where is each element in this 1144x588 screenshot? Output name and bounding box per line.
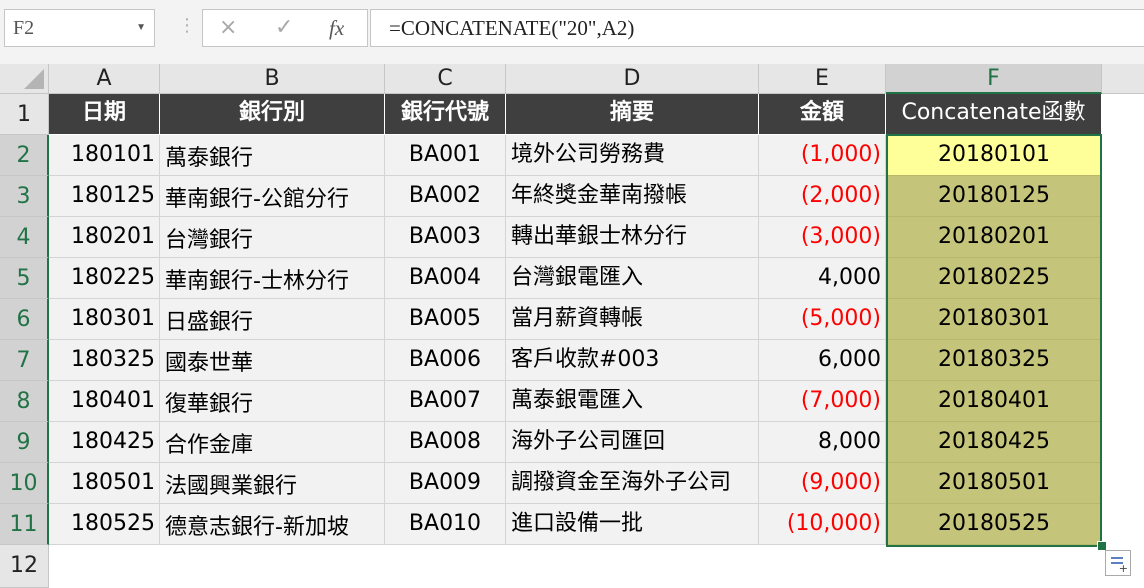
header-cell-code[interactable]: 銀行代號 [385,94,506,135]
cell-amount[interactable]: (5,000) [759,299,886,340]
cell-bank[interactable]: 日盛銀行 [160,299,385,340]
cell-date[interactable]: 180101 [49,135,160,176]
cell-bank[interactable]: 國泰世華 [160,340,385,381]
cell-summary[interactable]: 境外公司勞務費 [506,135,759,176]
row-header-12[interactable]: 12 [0,545,49,588]
cell-date[interactable]: 180301 [49,299,160,340]
quick-analysis-icon[interactable]: + [1105,550,1131,576]
select-all-icon [24,69,44,89]
cell-summary[interactable]: 調撥資金至海外子公司 [506,463,759,504]
cell-code[interactable]: BA003 [385,217,506,258]
cell-bank[interactable]: 德意志銀行-新加坡 [160,504,385,545]
name-box-value: F2 [13,17,35,39]
column-header-b[interactable]: B [160,64,385,94]
column-header-a[interactable]: A [49,64,160,94]
cell-code[interactable]: BA010 [385,504,506,545]
column-header-f[interactable]: F [886,64,1102,94]
cell-date[interactable]: 180201 [49,217,160,258]
cell-code[interactable]: BA001 [385,135,506,176]
cell-concatenate[interactable]: 20180525 [886,504,1102,545]
cell-concatenate[interactable]: 20180225 [886,258,1102,299]
row-header-10[interactable]: 10 [0,463,49,504]
select-all-corner[interactable] [0,64,49,94]
cancel-icon[interactable]: × [219,13,237,43]
formula-bar: F2 ▼ ⋮ × ✓ fx =CONCATENATE("20",A2) [0,0,1144,64]
cell-amount[interactable]: 4,000 [759,258,886,299]
column-header-d[interactable]: D [506,64,759,94]
insert-function-icon[interactable]: fx [329,13,344,43]
cell-concatenate[interactable]: 20180425 [886,422,1102,463]
cell-concatenate[interactable]: 20180325 [886,340,1102,381]
cell-code[interactable]: BA004 [385,258,506,299]
cell-concatenate[interactable]: 20180201 [886,217,1102,258]
cell-amount[interactable]: 8,000 [759,422,886,463]
formula-input[interactable]: =CONCATENATE("20",A2) [370,9,1144,47]
cell-date[interactable]: 180325 [49,340,160,381]
cell-code[interactable]: BA005 [385,299,506,340]
cell-date[interactable]: 180525 [49,504,160,545]
cell-date[interactable]: 180401 [49,381,160,422]
column-header-e[interactable]: E [759,64,886,94]
cell-concatenate[interactable]: 20180125 [886,176,1102,217]
cell-date[interactable]: 180225 [49,258,160,299]
cell-amount[interactable]: 6,000 [759,340,886,381]
cell-summary[interactable]: 海外子公司匯回 [506,422,759,463]
cell-concatenate[interactable]: 20180501 [886,463,1102,504]
formula-buttons: × ✓ fx [202,9,368,47]
header-cell-concatenate[interactable]: Concatenate函數 [886,94,1102,135]
row-header-9[interactable]: 9 [0,422,49,463]
header-cell-date[interactable]: 日期 [49,94,160,135]
name-box[interactable]: F2 ▼ [4,9,155,47]
cell-bank[interactable]: 萬泰銀行 [160,135,385,176]
cell-amount[interactable]: (1,000) [759,135,886,176]
cell-amount[interactable]: (3,000) [759,217,886,258]
cell-concatenate[interactable]: 20180301 [886,299,1102,340]
cell-amount[interactable]: (7,000) [759,381,886,422]
cell-summary[interactable]: 進口設備一批 [506,504,759,545]
cell-code[interactable]: BA002 [385,176,506,217]
cell-date[interactable]: 180425 [49,422,160,463]
row-header-7[interactable]: 7 [0,340,49,381]
cell-bank[interactable]: 台灣銀行 [160,217,385,258]
cell-code[interactable]: BA006 [385,340,506,381]
column-header-blank [1102,64,1144,94]
cell-bank[interactable]: 華南銀行-公館分行 [160,176,385,217]
check-icon[interactable]: ✓ [275,13,293,43]
cell-bank[interactable]: 華南銀行-士林分行 [160,258,385,299]
cell-concatenate[interactable]: 20180101 [886,135,1102,176]
cell-amount[interactable]: (9,000) [759,463,886,504]
header-cell-amount[interactable]: 金額 [759,94,886,135]
cell-summary[interactable]: 當月薪資轉帳 [506,299,759,340]
cell-bank[interactable]: 合作金庫 [160,422,385,463]
cell-summary[interactable]: 年終獎金華南撥帳 [506,176,759,217]
cell-bank[interactable]: 復華銀行 [160,381,385,422]
row-header-11[interactable]: 11 [0,504,49,545]
row-header-5[interactable]: 5 [0,258,49,299]
cell-summary[interactable]: 客戶收款#003 [506,340,759,381]
cell-code[interactable]: BA007 [385,381,506,422]
cell-code[interactable]: BA009 [385,463,506,504]
drag-handle-icon[interactable]: ⋮ [178,16,196,36]
cell-date[interactable]: 180125 [49,176,160,217]
cell-concatenate[interactable]: 20180401 [886,381,1102,422]
cell-amount[interactable]: (2,000) [759,176,886,217]
cell-amount[interactable]: (10,000) [759,504,886,545]
row-header-2[interactable]: 2 [0,135,49,176]
cell-summary[interactable]: 台灣銀電匯入 [506,258,759,299]
row-header-6[interactable]: 6 [0,299,49,340]
cell-code[interactable]: BA008 [385,422,506,463]
chevron-down-icon[interactable]: ▼ [136,10,146,46]
header-cell-summary[interactable]: 摘要 [506,94,759,135]
column-header-c[interactable]: C [385,64,506,94]
cell-date[interactable]: 180501 [49,463,160,504]
cell-summary[interactable]: 轉出華銀士林分行 [506,217,759,258]
cell-summary[interactable]: 萬泰銀電匯入 [506,381,759,422]
row-header-3[interactable]: 3 [0,176,49,217]
cell-bank[interactable]: 法國興業銀行 [160,463,385,504]
row-header-8[interactable]: 8 [0,381,49,422]
row-header-4[interactable]: 4 [0,217,49,258]
row-header-1[interactable]: 1 [0,94,49,135]
header-cell-bank[interactable]: 銀行別 [160,94,385,135]
